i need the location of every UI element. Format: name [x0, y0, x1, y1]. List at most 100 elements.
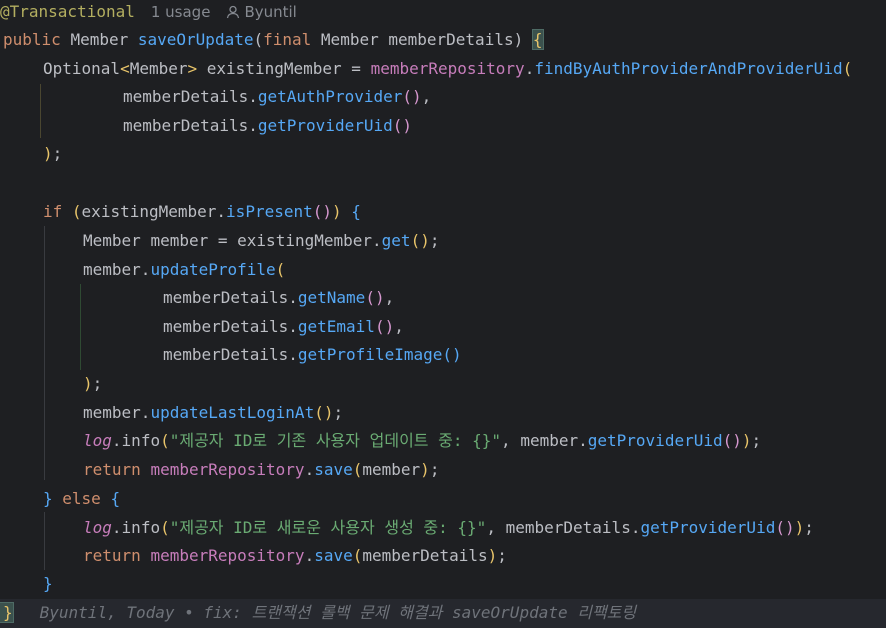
variable-name: member [83, 403, 141, 422]
code-line[interactable]: Optional<Member> existingMember = member… [43, 55, 886, 83]
code-line[interactable]: memberDetails.getEmail(), [163, 313, 886, 341]
keyword: else [62, 489, 101, 508]
semicolon: ; [751, 431, 762, 450]
comma: , [421, 87, 432, 106]
paren: ( [275, 260, 286, 279]
variable-name: memberDetails [123, 116, 249, 135]
dot: . [578, 431, 588, 450]
method-call: info [121, 431, 161, 450]
code-line[interactable]: } [43, 570, 886, 598]
dot: . [111, 518, 122, 537]
code-line-current[interactable]: } Byuntil, Today • fix: 트랜잭션 롤백 문제 해결과 sa… [0, 599, 886, 628]
keyword: return [83, 546, 141, 565]
code-line[interactable]: memberDetails.getAuthProvider(), [123, 83, 886, 111]
code-line[interactable]: if (existingMember.isPresent()) { [43, 198, 886, 226]
dot: . [248, 87, 258, 106]
dot: . [288, 317, 298, 336]
code-line[interactable]: ); [43, 140, 886, 168]
comma: , [501, 431, 511, 450]
code-line[interactable]: memberDetails.getProviderUid() [123, 112, 886, 140]
method-call: getProviderUid [640, 518, 776, 537]
paren: ) [513, 30, 524, 49]
method-call: getProviderUid [257, 116, 393, 135]
variable-name: memberDetails [505, 518, 631, 537]
code-line[interactable]: member.updateLastLoginAt(); [83, 399, 886, 427]
semicolon: ; [333, 403, 344, 422]
method-call: getEmail [297, 317, 375, 336]
method-call: info [121, 518, 161, 537]
code-line[interactable]: Member member = existingMember.get(); [83, 227, 886, 255]
paren: () [402, 87, 422, 106]
user-icon [226, 0, 240, 26]
method-call: findByAuthProviderAndProviderUid [534, 59, 843, 78]
brace: { [110, 489, 121, 508]
dot: . [140, 260, 151, 279]
operator: = [217, 231, 228, 250]
paren: () [442, 345, 462, 364]
dot: . [288, 345, 298, 364]
type-name: Member [129, 59, 188, 78]
dot: . [140, 403, 151, 422]
brace: { [351, 202, 361, 221]
method-call: updateProfile [150, 260, 276, 279]
method-name: saveOrUpdate [137, 30, 254, 49]
method-call: getProfileImage [297, 345, 443, 364]
keyword: final [263, 30, 312, 49]
type-name: Member [320, 30, 379, 49]
paren: ) [83, 374, 93, 393]
method-call: getProviderUid [587, 431, 723, 450]
dot: . [304, 546, 315, 565]
brace-highlighted: { [531, 29, 544, 50]
paren: () [312, 202, 333, 221]
author-hint[interactable]: Byuntil [244, 3, 296, 21]
field-name: memberRepository [150, 546, 305, 565]
code-line[interactable]: log.info("제공자 ID로 새로운 사용자 생성 중: {}", mem… [83, 514, 886, 542]
type-name: Member [70, 30, 129, 49]
paren: () [314, 403, 334, 422]
git-blame-annotation[interactable]: Byuntil, Today • fix: 트랜잭션 롤백 문제 해결과 sav… [13, 603, 636, 622]
variable-name: memberDetails [163, 317, 289, 336]
code-line[interactable]: } else { [43, 485, 886, 513]
code-line[interactable]: @Transactional 1 usage Byuntil [0, 0, 886, 26]
semicolon: ; [429, 231, 440, 250]
code-line[interactable]: return memberRepository.save(member); [83, 456, 886, 484]
method-call: get [381, 231, 411, 250]
usages-hint[interactable]: 1 usage [151, 3, 211, 21]
code-line[interactable]: member.updateProfile( [83, 256, 886, 284]
method-call: save [314, 546, 353, 565]
semicolon: ; [804, 518, 814, 537]
code-line[interactable]: return memberRepository.save(memberDetai… [83, 542, 886, 570]
generic-bracket: < [120, 59, 130, 78]
comma: , [486, 518, 496, 537]
variable-name: existingMember [237, 231, 373, 250]
paren: () [410, 231, 430, 250]
string-literal: "제공자 ID로 새로운 사용자 생성 중: {}" [169, 518, 487, 537]
semicolon: ; [92, 374, 103, 393]
variable-name: existingMember [81, 202, 217, 221]
variable-name: member [83, 260, 141, 279]
code-line[interactable]: memberDetails.getName(), [163, 284, 886, 312]
paren: () [365, 288, 385, 307]
annotation-text: @Transactional [0, 2, 135, 21]
code-line[interactable]: public Member saveOrUpdate(final Member … [3, 26, 886, 54]
paren: ( [352, 460, 363, 479]
keyword: return [83, 460, 141, 479]
paren: () [722, 431, 742, 450]
variable-name: memberDetails [123, 87, 249, 106]
field-name: memberRepository [150, 460, 305, 479]
method-call: save [314, 460, 353, 479]
generic-bracket: > [187, 59, 198, 78]
code-line[interactable]: memberDetails.getProfileImage() [163, 341, 886, 369]
variable-name: memberDetails [163, 345, 289, 364]
param-name: memberDetails [388, 30, 514, 49]
type-name: Member [83, 231, 141, 250]
indent-guide [80, 284, 81, 370]
code-editor[interactable]: @Transactional 1 usage Byuntil public Memb… [0, 0, 886, 628]
paren: () [775, 518, 795, 537]
paren: ) [487, 546, 498, 565]
field-name: memberRepository [370, 59, 525, 78]
code-line[interactable]: ); [83, 370, 886, 398]
paren: ( [160, 431, 170, 450]
code-line[interactable]: log.info("제공자 ID로 기존 사용자 업데이트 중: {}", me… [83, 427, 886, 455]
dot: . [248, 116, 258, 135]
